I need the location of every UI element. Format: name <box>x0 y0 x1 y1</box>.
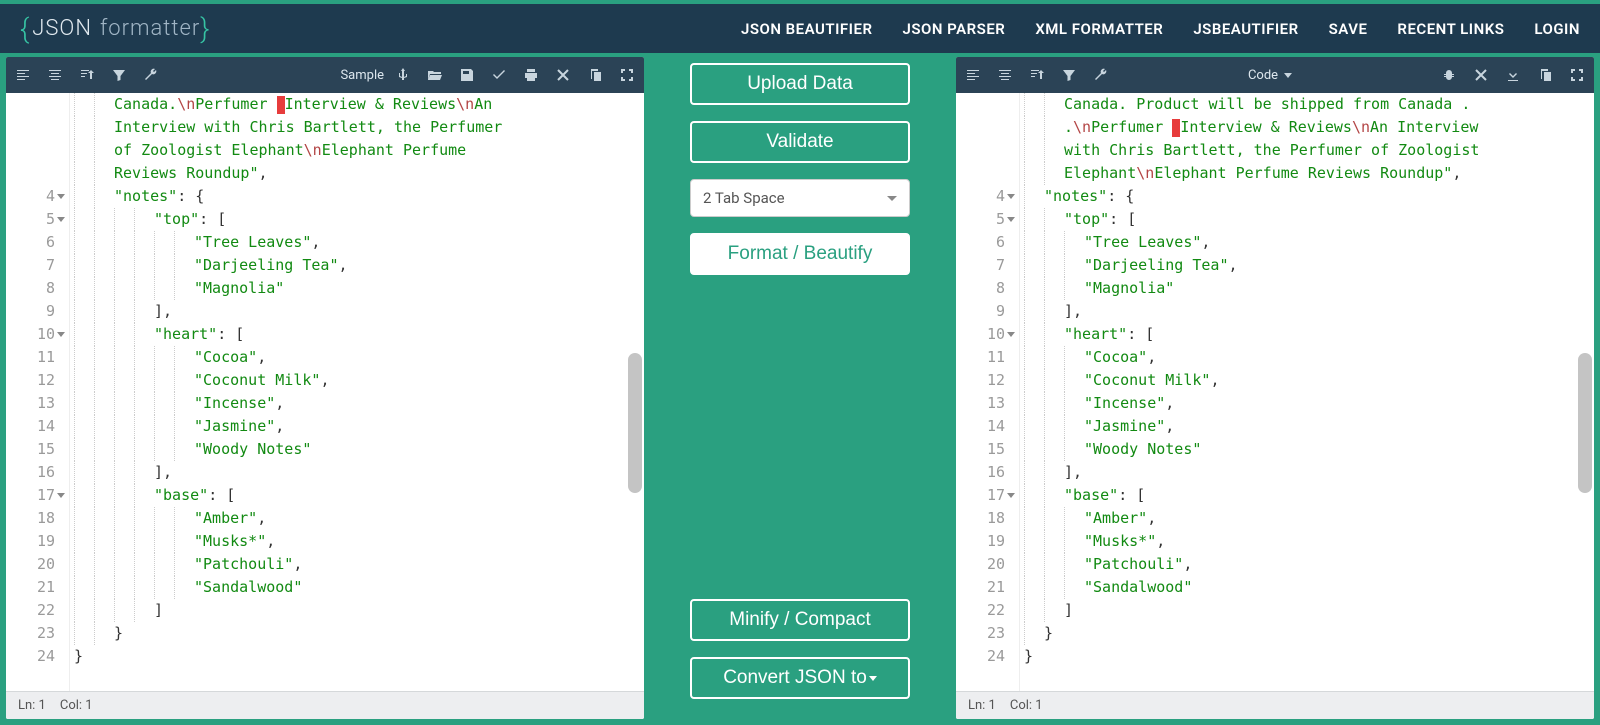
sort-icon[interactable] <box>78 66 96 84</box>
wrench-icon[interactable] <box>142 66 160 84</box>
logo-sub: formatter <box>100 16 200 41</box>
align-center-icon[interactable] <box>46 66 64 84</box>
brace-open-icon: { <box>20 12 30 45</box>
filter-icon[interactable] <box>1060 66 1078 84</box>
left-scrollbar[interactable] <box>628 353 642 493</box>
validate-button[interactable]: Validate <box>690 121 910 163</box>
indent-select[interactable]: 2 Tab Space <box>690 179 910 217</box>
folder-open-icon[interactable] <box>426 66 444 84</box>
nav-xml-formatter[interactable]: XML FORMATTER <box>1035 20 1163 38</box>
right-toolbar: Code <box>956 57 1594 93</box>
center-controls: Upload Data Validate 2 Tab Space Format … <box>644 57 956 719</box>
left-toolbar: Sample <box>6 57 644 93</box>
align-left-icon[interactable] <box>14 66 32 84</box>
download-icon[interactable] <box>1504 66 1522 84</box>
status-ln: Ln: 1 <box>18 698 46 713</box>
logo-main: JSON <box>32 16 92 41</box>
nav-jsbeautifier[interactable]: JSBEAUTIFIER <box>1193 20 1298 38</box>
minify-compact-button[interactable]: Minify / Compact <box>690 599 910 641</box>
upload-data-button[interactable]: Upload Data <box>690 63 910 105</box>
sort-icon[interactable] <box>1028 66 1046 84</box>
nav-recent-links[interactable]: RECENT LINKS <box>1397 20 1504 38</box>
brace-close-icon: } <box>200 12 210 45</box>
right-scrollbar[interactable] <box>1578 353 1592 493</box>
usb-icon[interactable] <box>394 66 412 84</box>
logo[interactable]: { JSON formatter } <box>20 12 211 45</box>
left-editor-panel: Sample 456789101112131415161718192021222… <box>6 57 644 719</box>
convert-json-to-button[interactable]: Convert JSON to <box>690 657 910 699</box>
nav-json-beautifier[interactable]: JSON BEAUTIFIER <box>741 20 873 38</box>
align-left-icon[interactable] <box>964 66 982 84</box>
fullscreen-icon[interactable] <box>1568 66 1586 84</box>
status-col: Col: 1 <box>1010 698 1043 713</box>
right-editor-panel: Code 45678910111213141516171819202122232… <box>956 57 1594 719</box>
copy-icon[interactable] <box>586 66 604 84</box>
status-col: Col: 1 <box>60 698 93 713</box>
copy-icon[interactable] <box>1536 66 1554 84</box>
status-ln: Ln: 1 <box>968 698 996 713</box>
fullscreen-icon[interactable] <box>618 66 636 84</box>
print-icon[interactable] <box>522 66 540 84</box>
left-editor[interactable]: 456789101112131415161718192021222324 Can… <box>6 93 644 691</box>
nav-save[interactable]: SAVE <box>1329 20 1368 38</box>
nav-login[interactable]: LOGIN <box>1534 20 1580 38</box>
right-statusbar: Ln: 1 Col: 1 <box>956 691 1594 719</box>
check-icon[interactable] <box>490 66 508 84</box>
filter-icon[interactable] <box>110 66 128 84</box>
bug-icon[interactable] <box>1440 66 1458 84</box>
nav-links: JSON BEAUTIFIER JSON PARSER XML FORMATTE… <box>741 20 1580 38</box>
sample-dropdown[interactable]: Sample <box>340 68 384 83</box>
format-beautify-button[interactable]: Format / Beautify <box>690 233 910 275</box>
save-icon[interactable] <box>458 66 476 84</box>
align-center-icon[interactable] <box>996 66 1014 84</box>
code-dropdown[interactable]: Code <box>1248 68 1292 83</box>
left-statusbar: Ln: 1 Col: 1 <box>6 691 644 719</box>
top-navbar: { JSON formatter } JSON BEAUTIFIER JSON … <box>0 0 1600 53</box>
wrench-icon[interactable] <box>1092 66 1110 84</box>
nav-json-parser[interactable]: JSON PARSER <box>902 20 1005 38</box>
clear-icon[interactable] <box>1472 66 1490 84</box>
right-editor[interactable]: 456789101112131415161718192021222324 Can… <box>956 93 1594 691</box>
clear-icon[interactable] <box>554 66 572 84</box>
